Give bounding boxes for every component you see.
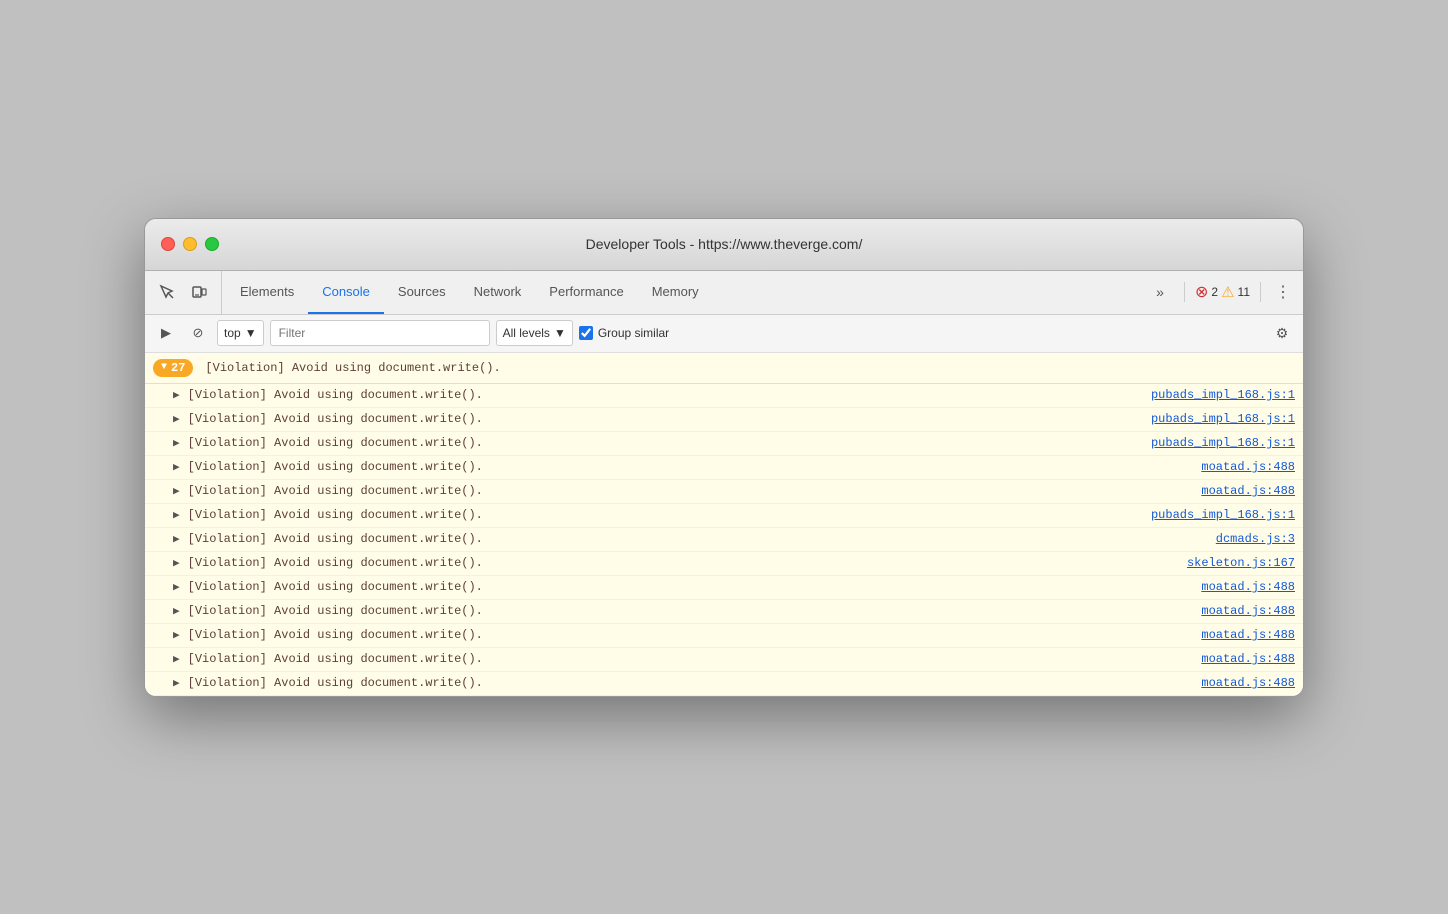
tab-memory[interactable]: Memory bbox=[638, 271, 713, 314]
row-expand-icon[interactable]: ▶ bbox=[173, 532, 180, 546]
clear-console-button[interactable]: ▶ bbox=[153, 320, 179, 346]
console-row: ▶ [Violation] Avoid using document.write… bbox=[145, 552, 1303, 576]
close-button[interactable] bbox=[161, 237, 175, 251]
row-source-link[interactable]: pubads_impl_168.js:1 bbox=[1151, 508, 1295, 522]
tab-tools-left bbox=[153, 271, 222, 314]
row-text: [Violation] Avoid using document.write()… bbox=[188, 460, 1202, 474]
row-source-link[interactable]: dcmads.js:3 bbox=[1216, 532, 1295, 546]
row-source-link[interactable]: moatad.js:488 bbox=[1201, 652, 1295, 666]
block-icon[interactable]: ⊘ bbox=[185, 320, 211, 346]
traffic-lights bbox=[161, 237, 219, 251]
console-row: ▶ [Violation] Avoid using document.write… bbox=[145, 408, 1303, 432]
divider2 bbox=[1260, 282, 1261, 302]
violation-group-text: [Violation] Avoid using document.write()… bbox=[205, 361, 500, 375]
row-source-link[interactable]: moatad.js:488 bbox=[1201, 628, 1295, 642]
violation-group-header[interactable]: ▼ 27 [Violation] Avoid using document.wr… bbox=[145, 353, 1303, 384]
console-content: ▼ 27 [Violation] Avoid using document.wr… bbox=[145, 353, 1303, 696]
row-expand-icon[interactable]: ▶ bbox=[173, 484, 180, 498]
row-text: [Violation] Avoid using document.write()… bbox=[188, 436, 1151, 450]
more-tabs-button[interactable]: » bbox=[1146, 278, 1174, 306]
row-expand-icon[interactable]: ▶ bbox=[173, 460, 180, 474]
divider bbox=[1184, 282, 1185, 302]
maximize-button[interactable] bbox=[205, 237, 219, 251]
row-source-link[interactable]: moatad.js:488 bbox=[1201, 676, 1295, 690]
title-bar: Developer Tools - https://www.theverge.c… bbox=[145, 219, 1303, 271]
tab-console[interactable]: Console bbox=[308, 271, 384, 314]
inspect-element-button[interactable] bbox=[153, 278, 181, 306]
tabs-list: Elements Console Sources Network Perform… bbox=[226, 271, 1138, 314]
window-title: Developer Tools - https://www.theverge.c… bbox=[161, 236, 1287, 252]
row-expand-icon[interactable]: ▶ bbox=[173, 652, 180, 666]
console-rows-container: ▶ [Violation] Avoid using document.write… bbox=[145, 384, 1303, 696]
row-expand-icon[interactable]: ▶ bbox=[173, 628, 180, 642]
row-source-link[interactable]: pubads_impl_168.js:1 bbox=[1151, 388, 1295, 402]
group-similar-checkbox[interactable] bbox=[579, 326, 593, 340]
tab-performance[interactable]: Performance bbox=[535, 271, 637, 314]
console-row: ▶ [Violation] Avoid using document.write… bbox=[145, 576, 1303, 600]
row-expand-icon[interactable]: ▶ bbox=[173, 676, 180, 690]
row-source-link[interactable]: moatad.js:488 bbox=[1201, 604, 1295, 618]
row-text: [Violation] Avoid using document.write()… bbox=[188, 484, 1202, 498]
row-text: [Violation] Avoid using document.write()… bbox=[188, 508, 1151, 522]
log-levels-selector[interactable]: All levels ▼ bbox=[496, 320, 573, 346]
console-row: ▶ [Violation] Avoid using document.write… bbox=[145, 672, 1303, 696]
console-row: ▶ [Violation] Avoid using document.write… bbox=[145, 648, 1303, 672]
row-text: [Violation] Avoid using document.write()… bbox=[188, 676, 1202, 690]
collapse-arrow-icon: ▼ bbox=[161, 362, 167, 373]
console-row: ▶ [Violation] Avoid using document.write… bbox=[145, 504, 1303, 528]
row-source-link[interactable]: moatad.js:488 bbox=[1201, 484, 1295, 498]
console-row: ▶ [Violation] Avoid using document.write… bbox=[145, 624, 1303, 648]
row-text: [Violation] Avoid using document.write()… bbox=[188, 532, 1216, 546]
violation-count-badge: ▼ 27 bbox=[153, 359, 193, 377]
console-row: ▶ [Violation] Avoid using document.write… bbox=[145, 480, 1303, 504]
warn-count: 11 bbox=[1238, 285, 1250, 299]
console-settings-button[interactable]: ⚙ bbox=[1269, 320, 1295, 346]
context-selector[interactable]: top ▼ bbox=[217, 320, 264, 346]
row-expand-icon[interactable]: ▶ bbox=[173, 388, 180, 402]
row-expand-icon[interactable]: ▶ bbox=[173, 436, 180, 450]
tabs-right: » ⊗ 2 ⚠ 11 ⋮ bbox=[1138, 271, 1295, 314]
console-row: ▶ [Violation] Avoid using document.write… bbox=[145, 432, 1303, 456]
filter-input[interactable] bbox=[270, 320, 490, 346]
row-expand-icon[interactable]: ▶ bbox=[173, 604, 180, 618]
error-badge: ⊗ 2 ⚠ 11 bbox=[1195, 282, 1250, 302]
row-source-link[interactable]: pubads_impl_168.js:1 bbox=[1151, 412, 1295, 426]
tabs-bar: Elements Console Sources Network Perform… bbox=[145, 271, 1303, 315]
row-text: [Violation] Avoid using document.write()… bbox=[188, 556, 1187, 570]
row-text: [Violation] Avoid using document.write()… bbox=[188, 412, 1151, 426]
row-source-link[interactable]: skeleton.js:167 bbox=[1187, 556, 1295, 570]
minimize-button[interactable] bbox=[183, 237, 197, 251]
console-row: ▶ [Violation] Avoid using document.write… bbox=[145, 384, 1303, 408]
row-source-link[interactable]: moatad.js:488 bbox=[1201, 580, 1295, 594]
row-text: [Violation] Avoid using document.write()… bbox=[188, 652, 1202, 666]
tab-network[interactable]: Network bbox=[460, 271, 536, 314]
chevron-down-icon: ▼ bbox=[245, 326, 257, 340]
row-text: [Violation] Avoid using document.write()… bbox=[188, 604, 1202, 618]
console-row: ▶ [Violation] Avoid using document.write… bbox=[145, 600, 1303, 624]
devtools-window: Developer Tools - https://www.theverge.c… bbox=[144, 218, 1304, 697]
console-row: ▶ [Violation] Avoid using document.write… bbox=[145, 528, 1303, 552]
row-expand-icon[interactable]: ▶ bbox=[173, 580, 180, 594]
console-row: ▶ [Violation] Avoid using document.write… bbox=[145, 456, 1303, 480]
levels-chevron-icon: ▼ bbox=[554, 326, 566, 340]
row-expand-icon[interactable]: ▶ bbox=[173, 508, 180, 522]
row-source-link[interactable]: moatad.js:488 bbox=[1201, 460, 1295, 474]
tab-elements[interactable]: Elements bbox=[226, 271, 308, 314]
row-expand-icon[interactable]: ▶ bbox=[173, 556, 180, 570]
console-toolbar: ▶ ⊘ top ▼ All levels ▼ Group similar ⚙ bbox=[145, 315, 1303, 353]
row-expand-icon[interactable]: ▶ bbox=[173, 412, 180, 426]
error-icon: ⊗ bbox=[1195, 282, 1208, 302]
row-text: [Violation] Avoid using document.write()… bbox=[188, 580, 1202, 594]
devtools-menu-button[interactable]: ⋮ bbox=[1271, 280, 1295, 304]
row-source-link[interactable]: pubads_impl_168.js:1 bbox=[1151, 436, 1295, 450]
error-count: 2 bbox=[1211, 285, 1218, 299]
group-similar-label[interactable]: Group similar bbox=[579, 326, 669, 340]
tab-sources[interactable]: Sources bbox=[384, 271, 460, 314]
warn-icon: ⚠ bbox=[1221, 283, 1234, 301]
device-mode-button[interactable] bbox=[185, 278, 213, 306]
row-text: [Violation] Avoid using document.write()… bbox=[188, 628, 1202, 642]
row-text: [Violation] Avoid using document.write()… bbox=[188, 388, 1151, 402]
